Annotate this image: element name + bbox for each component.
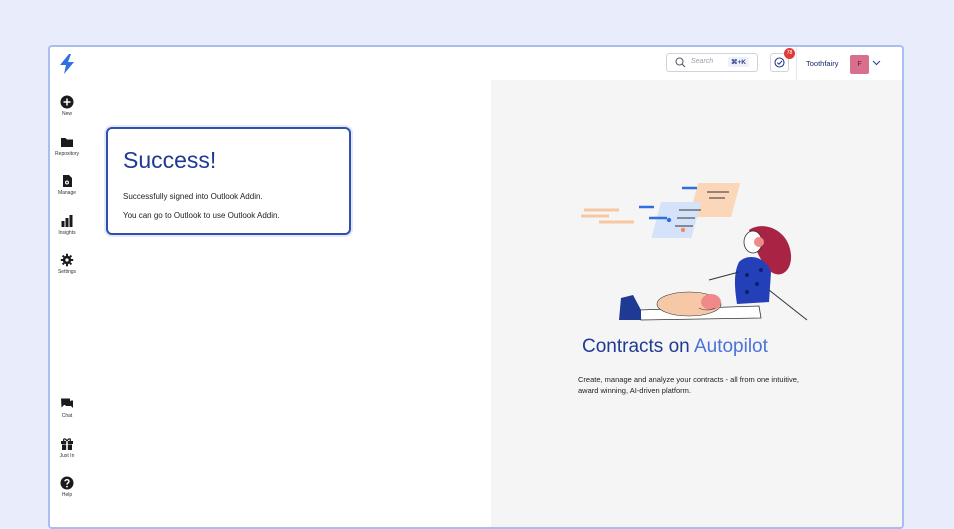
chat-icon xyxy=(61,398,73,408)
notification-count-badge: 78 xyxy=(784,48,795,59)
bar-chart-icon xyxy=(61,215,73,227)
sidebar-item-label: Repository xyxy=(55,151,79,157)
manage-icon xyxy=(63,175,72,187)
help-icon xyxy=(60,476,74,490)
success-card: Success! Successfully signed into Outloo… xyxy=(106,127,351,235)
sidebar-item-settings[interactable]: Settings xyxy=(50,253,84,275)
top-bar: Search ⌘+K 78 Toothfairy F xyxy=(84,47,902,81)
chevron-down-icon[interactable] xyxy=(872,60,881,66)
sidebar-item-just-in[interactable]: Just In xyxy=(50,437,84,459)
sidebar: New Repository Manage Insights Settings … xyxy=(50,47,85,527)
check-circle-icon xyxy=(774,57,785,68)
folder-icon xyxy=(61,138,73,147)
sidebar-item-chat[interactable]: Chat xyxy=(50,397,84,419)
search-icon xyxy=(675,57,686,68)
promo-headline-main: Contracts on xyxy=(582,336,694,357)
gear-icon xyxy=(60,253,74,267)
sidebar-item-label: New xyxy=(61,111,72,117)
app-window: New Repository Manage Insights Settings … xyxy=(48,45,904,529)
success-instruction: You can go to Outlook to use Outlook Add… xyxy=(123,211,280,220)
sidebar-item-label: Chat xyxy=(61,413,73,419)
avatar[interactable]: F xyxy=(850,55,869,74)
search-shortcut-badge: ⌘+K xyxy=(728,57,749,67)
plus-circle-icon xyxy=(60,95,74,109)
promo-description: Create, manage and analyze your contract… xyxy=(578,375,799,395)
sidebar-item-label: Insights xyxy=(58,230,76,236)
sidebar-item-help[interactable]: Help xyxy=(50,476,84,498)
main-content: Success! Successfully signed into Outloo… xyxy=(84,80,491,527)
promo-headline-accent: Autopilot xyxy=(693,336,768,357)
lightning-logo-icon[interactable] xyxy=(58,54,76,74)
hero-illustration xyxy=(581,183,808,321)
search-box[interactable]: Search ⌘+K xyxy=(666,53,758,72)
gift-icon xyxy=(61,438,73,450)
sidebar-item-label: Help xyxy=(61,492,73,498)
organization-name[interactable]: Toothfairy xyxy=(806,59,839,68)
promo-headline: Contracts on Autopilot xyxy=(582,336,768,358)
search-placeholder: Search xyxy=(691,58,714,65)
sidebar-item-label: Manage xyxy=(57,190,77,196)
sidebar-item-new[interactable]: New xyxy=(50,95,84,117)
promo-panel: Contracts on Autopilot Create, manage an… xyxy=(491,80,902,527)
sidebar-item-label: Settings xyxy=(57,269,77,275)
header-divider xyxy=(796,47,797,80)
sidebar-item-label: Just In xyxy=(59,453,75,459)
sidebar-item-repository[interactable]: Repository xyxy=(50,135,84,157)
tasks-button[interactable]: 78 xyxy=(770,48,795,72)
sidebar-item-insights[interactable]: Insights xyxy=(50,214,84,236)
success-message: Successfully signed into Outlook Addin. xyxy=(123,192,263,201)
success-title: Success! xyxy=(123,147,217,173)
sidebar-item-manage[interactable]: Manage xyxy=(50,174,84,196)
